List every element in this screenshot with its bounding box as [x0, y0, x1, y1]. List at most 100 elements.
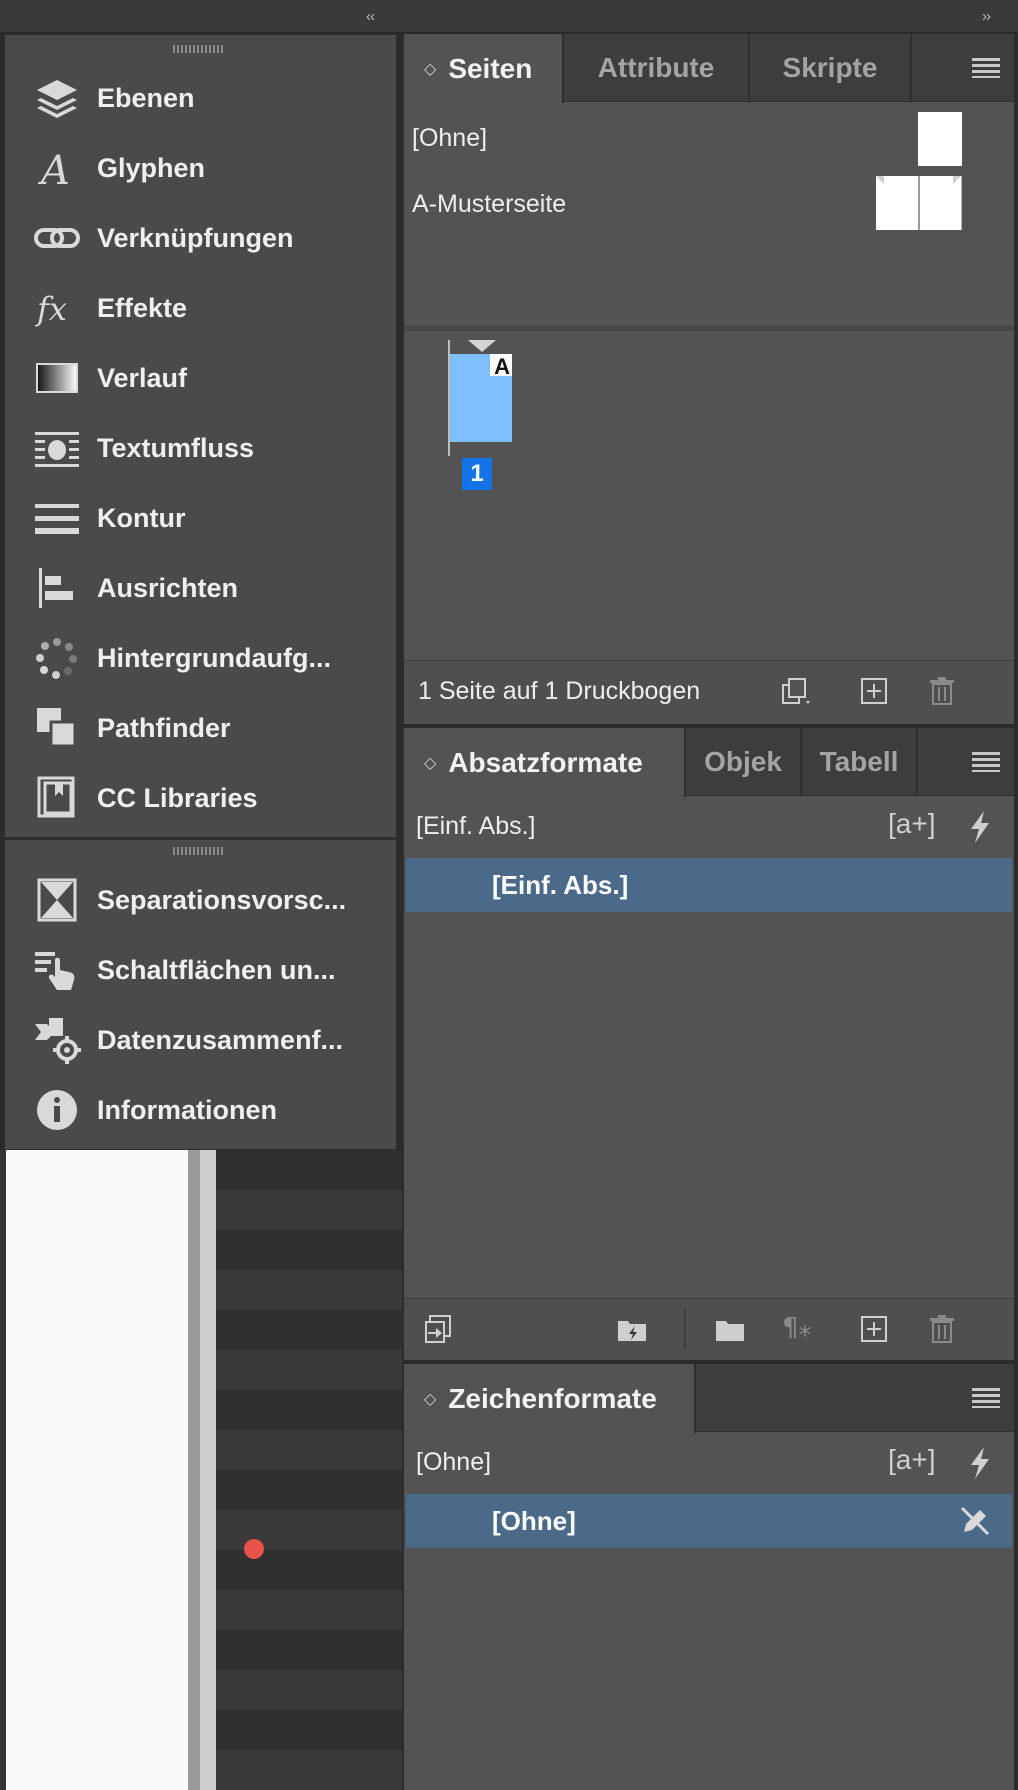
- new-style-from-selection-icon[interactable]: [a+]: [888, 808, 935, 840]
- dock-item-kontur[interactable]: Kontur: [5, 483, 397, 553]
- panel-menu-icon[interactable]: [972, 58, 1000, 78]
- dock-item-label: Datenzusammenf...: [97, 1024, 344, 1055]
- background-tasks-icon: [5, 623, 97, 693]
- panel-collapse-chevron-icon[interactable]: ◇: [424, 1389, 436, 1409]
- new-style-from-selection-icon[interactable]: [a+]: [888, 1444, 935, 1476]
- layers-icon: [5, 63, 97, 133]
- dock-item-separationsvorschau[interactable]: Separationsvorsc...: [5, 865, 397, 935]
- paragraph-style-list-item[interactable]: [Einf. Abs.]: [406, 858, 1012, 912]
- effects-icon: fx: [5, 273, 97, 343]
- current-character-style-row: [Ohne] [a+]: [404, 1434, 1014, 1492]
- new-style-group-folder-icon[interactable]: [714, 1313, 746, 1345]
- dock-grip-handle[interactable]: [173, 45, 225, 53]
- quick-apply-lightning-icon[interactable]: [966, 810, 994, 844]
- delete-page-icon[interactable]: [926, 675, 958, 707]
- document-canvas: [0, 1150, 402, 1790]
- page-thumbnail[interactable]: A 1: [448, 340, 518, 490]
- links-icon: [5, 203, 97, 273]
- master-spread-thumbnail: [876, 176, 962, 230]
- panel-menu-icon[interactable]: [972, 752, 1000, 772]
- panel-collapse-chevron-icon[interactable]: ◇: [424, 753, 436, 773]
- dock-item-label: Glyphen: [97, 152, 206, 183]
- tab-seiten[interactable]: ◇ Seiten: [404, 34, 564, 103]
- dock-item-label: Textumfluss: [97, 432, 255, 463]
- stroke-icon: [5, 483, 97, 553]
- paragraph-panel-tabbar: ◇ Absatzformate Objek Tabell: [404, 728, 1014, 797]
- new-style-icon[interactable]: [858, 1313, 890, 1345]
- dock-item-textumfluss[interactable]: Textumfluss: [5, 413, 397, 483]
- tab-absatzformate[interactable]: ◇ Absatzformate: [404, 728, 686, 797]
- dock-item-glyphen[interactable]: A Glyphen: [5, 133, 397, 203]
- tab-objektformate[interactable]: Objek: [686, 728, 802, 796]
- collapse-left-dock-button[interactable]: ‹‹: [366, 8, 375, 25]
- delete-style-icon[interactable]: [926, 1313, 958, 1345]
- pages-panel: ◇ Seiten Attribute Skripte [Ohne] A-Must…: [402, 34, 1014, 724]
- dock-grip-handle[interactable]: [173, 847, 225, 855]
- no-edit-pencil-icon: [958, 1504, 992, 1538]
- panel-split-divider[interactable]: [404, 326, 1014, 331]
- tab-skripte[interactable]: Skripte: [750, 34, 912, 102]
- collapse-right-dock-button[interactable]: ››: [982, 8, 991, 25]
- pages-panel-footer: 1 Seite auf 1 Druckbogen: [404, 660, 1014, 722]
- svg-text:fx: fx: [35, 290, 67, 328]
- pages-panel-tabbar: ◇ Seiten Attribute Skripte: [404, 34, 1014, 103]
- dock-item-datenzusammenfuehrung[interactable]: Datenzusammenf...: [5, 1005, 397, 1075]
- dock-header-strip: ‹‹ ››: [0, 0, 1018, 34]
- dock-item-cc-libraries[interactable]: CC Libraries: [5, 763, 397, 833]
- dock-item-schaltflaechen[interactable]: Schaltflächen un...: [5, 935, 397, 1005]
- left-panel-dock: Ebenen A Glyphen Verknüpfungen fx Effekt…: [4, 34, 398, 1150]
- dock-item-label: Ausrichten: [97, 572, 239, 603]
- master-item-a[interactable]: A-Musterseite: [404, 170, 1014, 244]
- dock-item-pathfinder[interactable]: Pathfinder: [5, 693, 397, 763]
- pasteboard-area: [216, 1150, 402, 1790]
- tab-label: Seiten: [448, 52, 533, 84]
- paragraph-panel-footer: ¶⁎: [404, 1298, 1014, 1360]
- separations-preview-icon: [5, 865, 97, 935]
- current-page-marker-icon: [468, 340, 496, 352]
- master-item-none[interactable]: [Ohne]: [404, 104, 1014, 170]
- current-style-label: [Ohne]: [416, 1448, 492, 1476]
- edit-page-size-icon[interactable]: [780, 675, 812, 707]
- dock-item-verlauf[interactable]: Verlauf: [5, 343, 397, 413]
- page-preview: A: [450, 354, 512, 442]
- style-item-label: [Einf. Abs.]: [492, 870, 629, 900]
- quick-apply-lightning-icon[interactable]: [966, 1446, 994, 1480]
- document-page-area: [6, 1150, 188, 1790]
- panel-menu-icon[interactable]: [972, 1388, 1000, 1408]
- character-styles-panel: ◇ Zeichenformate [Ohne] [a+] [Ohne]: [402, 1364, 1014, 1790]
- tab-label: Absatzformate: [448, 746, 643, 778]
- tab-label: Skripte: [782, 52, 878, 83]
- dock-item-ebenen[interactable]: Ebenen: [5, 63, 397, 133]
- dock-item-hintergrundaufgaben[interactable]: Hintergrundaufg...: [5, 623, 397, 693]
- text-wrap-icon: [5, 413, 97, 483]
- tab-attribute[interactable]: Attribute: [564, 34, 750, 102]
- dock-item-effekte[interactable]: fx Effekte: [5, 273, 397, 343]
- paragraph-styles-panel: ◇ Absatzformate Objek Tabell [Einf. Abs.…: [402, 728, 1014, 1360]
- tab-label: Tabell: [819, 746, 899, 777]
- dock-item-label: Verknüpfungen: [97, 222, 294, 253]
- dock-item-label: Schaltflächen un...: [97, 954, 336, 985]
- clear-overrides-icon[interactable]: ¶⁎: [782, 1313, 830, 1345]
- dock-item-verknuepfungen[interactable]: Verknüpfungen: [5, 203, 397, 273]
- current-paragraph-style-row: [Einf. Abs.] [a+]: [404, 798, 1014, 856]
- new-page-icon[interactable]: [858, 675, 890, 707]
- dock-item-ausrichten[interactable]: Ausrichten: [5, 553, 397, 623]
- dock-item-informationen[interactable]: Informationen: [5, 1075, 397, 1145]
- current-style-label: [Einf. Abs.]: [416, 812, 536, 840]
- pathfinder-icon: [5, 693, 97, 763]
- load-styles-icon[interactable]: [422, 1313, 454, 1345]
- dock-item-label: Informationen: [97, 1094, 277, 1125]
- tab-zeichenformate[interactable]: ◇ Zeichenformate: [404, 1364, 696, 1433]
- dock-item-label: Effekte: [97, 292, 188, 323]
- dock-item-label: CC Libraries: [97, 782, 258, 813]
- page-shadow: [200, 1150, 216, 1790]
- master-label: [Ohne]: [412, 124, 488, 152]
- style-item-label: [Ohne]: [492, 1506, 576, 1536]
- master-label: A-Musterseite: [412, 190, 567, 218]
- panel-collapse-chevron-icon[interactable]: ◇: [424, 59, 436, 79]
- style-group-quick-apply-icon[interactable]: [616, 1313, 648, 1345]
- character-style-list-item[interactable]: [Ohne]: [406, 1494, 1012, 1548]
- tab-tabellenformate[interactable]: Tabell: [802, 728, 918, 796]
- dock-item-label: Kontur: [97, 502, 186, 533]
- red-marker-dot: [244, 1539, 264, 1559]
